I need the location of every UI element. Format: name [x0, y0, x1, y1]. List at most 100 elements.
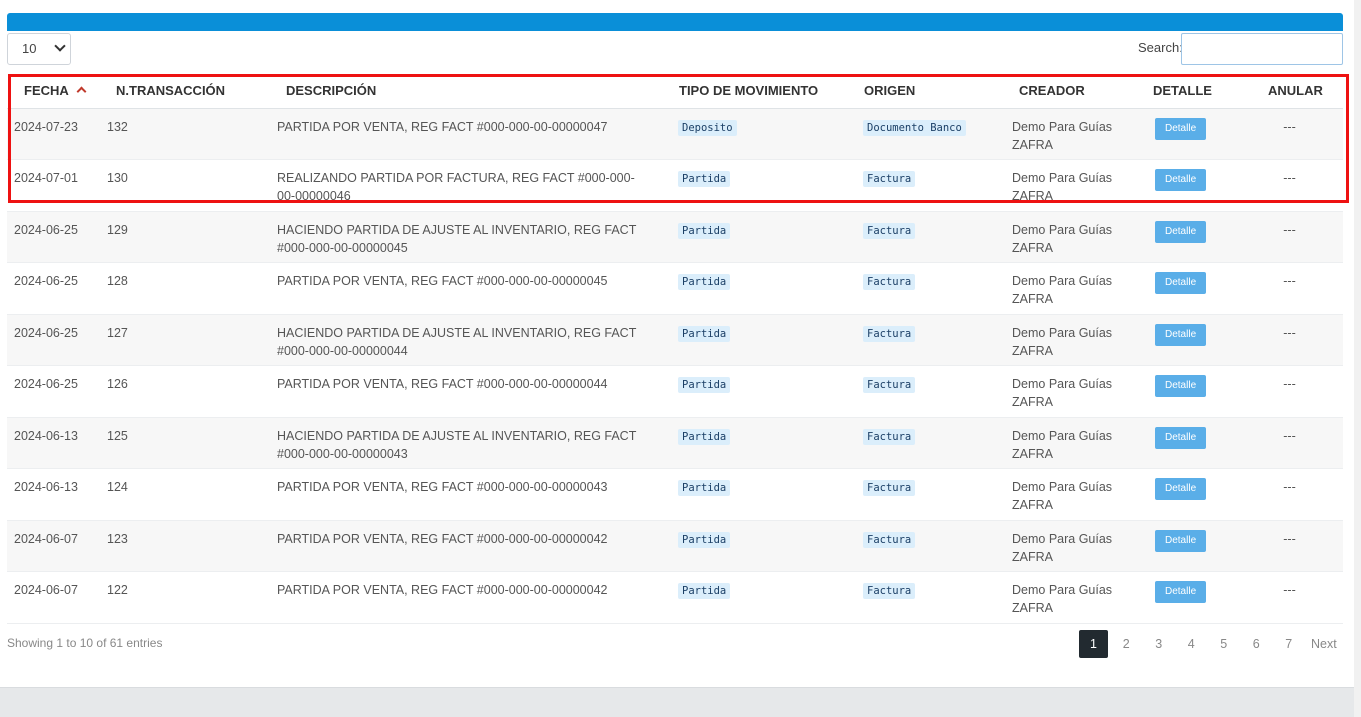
table-row: 2024-06-25 126 PARTIDA POR VENTA, REG FACT… [7, 365, 1343, 418]
column-header-fecha[interactable]: FECHA [7, 73, 99, 109]
cell-fecha: 2024-06-25 [7, 314, 99, 366]
column-header-origen[interactable]: ORIGEN [855, 73, 1010, 109]
page-button-1[interactable]: 1 [1079, 630, 1108, 658]
entries-per-page-select[interactable]: 10 [7, 33, 71, 65]
entries-per-page-value: 10 [22, 41, 37, 56]
detail-button[interactable]: Detalle [1155, 117, 1207, 140]
cell-creador: Demo Para Guías ZAFRA [1010, 571, 1135, 624]
cell-detalle: Detalle [1135, 108, 1245, 160]
cell-transaccion: 122 [99, 571, 270, 624]
cell-descripcion: PARTIDA POR VENTA, REG FACT #000-000-00-… [270, 365, 670, 418]
cell-fecha: 2024-06-25 [7, 262, 99, 315]
cell-creador: Demo Para Guías ZAFRA [1010, 520, 1135, 572]
page-button-7[interactable]: 7 [1273, 637, 1306, 651]
origin-badge: Factura [863, 325, 916, 342]
cell-origen: Factura [855, 520, 1010, 572]
cell-fecha: 2024-06-25 [7, 211, 99, 263]
transactions-table: FECHA N.TRANSACCIÓN DESCRIPCIÓN TIPO DE … [7, 73, 1343, 624]
cell-detalle: Detalle [1135, 365, 1245, 418]
movement-type-badge: Partida [678, 274, 731, 290]
column-header-label: ORIGEN [864, 82, 916, 98]
cell-descripcion: HACIENDO PARTIDA DE AJUSTE AL INVENTARIO… [270, 417, 670, 469]
detail-button[interactable]: Detalle [1155, 529, 1207, 552]
search-input[interactable] [1181, 33, 1343, 65]
cell-anular: --- [1245, 468, 1343, 521]
table-row: 2024-06-07 122 PARTIDA POR VENTA, REG FACT… [7, 571, 1343, 624]
cell-transaccion: 130 [99, 159, 270, 212]
detail-button[interactable]: Detalle [1155, 220, 1207, 243]
scrollbar-track[interactable] [1354, 0, 1361, 717]
cell-creador: Demo Para Guías ZAFRA [1010, 417, 1135, 469]
cell-origen: Factura [855, 262, 1010, 315]
column-header-anular[interactable]: ANULAR [1245, 73, 1343, 109]
movement-type-badge: Partida [678, 325, 731, 342]
movement-type-badge: Partida [678, 428, 731, 445]
page-button-3[interactable]: 3 [1143, 637, 1176, 651]
table-row: 2024-07-01 130 REALIZANDO PARTIDA POR FACT… [7, 159, 1343, 212]
movement-type-badge: Partida [678, 480, 731, 496]
cell-detalle: Detalle [1135, 520, 1245, 572]
detail-button[interactable]: Detalle [1155, 375, 1207, 397]
detail-button[interactable]: Detalle [1155, 581, 1207, 603]
cell-fecha: 2024-06-07 [7, 520, 99, 572]
cell-transaccion: 127 [99, 314, 270, 366]
cell-transaccion: 123 [99, 520, 270, 572]
cell-fecha: 2024-06-13 [7, 468, 99, 521]
cell-creador: Demo Para Guías ZAFRA [1010, 468, 1135, 521]
detail-button[interactable]: Detalle [1155, 323, 1207, 346]
cell-transaccion: 126 [99, 365, 270, 418]
cell-fecha: 2024-07-23 [7, 108, 99, 160]
detail-button[interactable]: Detalle [1155, 478, 1207, 500]
column-header-transaccion[interactable]: N.TRANSACCIÓN [99, 73, 270, 109]
column-header-tipo[interactable]: TIPO DE MOVIMIENTO [670, 73, 855, 109]
origin-badge: Factura [863, 583, 916, 599]
table-row: 2024-06-07 123 PARTIDA POR VENTA, REG FACT… [7, 520, 1343, 572]
cell-detalle: Detalle [1135, 159, 1245, 212]
movement-type-badge: Partida [678, 583, 731, 599]
cell-descripcion: REALIZANDO PARTIDA POR FACTURA, REG FACT… [270, 159, 670, 212]
cell-descripcion: HACIENDO PARTIDA DE AJUSTE AL INVENTARIO… [270, 211, 670, 263]
column-header-creador[interactable]: CREADOR [1010, 73, 1135, 109]
cell-anular: --- [1245, 159, 1343, 212]
cell-origen: Factura [855, 365, 1010, 418]
page-button-6[interactable]: 6 [1240, 637, 1273, 651]
cell-fecha: 2024-06-25 [7, 365, 99, 418]
table-body: 2024-07-23 132 PARTIDA POR VENTA, REG FACT… [7, 108, 1343, 624]
column-header-detalle[interactable]: DETALLE [1135, 73, 1245, 109]
cell-tipo: Partida [670, 417, 855, 469]
cell-anular: --- [1245, 262, 1343, 315]
cell-creador: Demo Para Guías ZAFRA [1010, 262, 1135, 315]
page-button-4[interactable]: 4 [1175, 637, 1208, 651]
column-header-label: CREADOR [1019, 82, 1085, 98]
cell-tipo: Partida [670, 159, 855, 212]
column-header-descripcion[interactable]: DESCRIPCIÓN [270, 73, 670, 109]
detail-button[interactable]: Detalle [1155, 272, 1207, 294]
cell-creador: Demo Para Guías ZAFRA [1010, 365, 1135, 418]
cell-detalle: Detalle [1135, 417, 1245, 469]
cell-detalle: Detalle [1135, 571, 1245, 624]
detail-button[interactable]: Detalle [1155, 169, 1207, 191]
cell-creador: Demo Para Guías ZAFRA [1010, 108, 1135, 160]
movement-type-badge: Deposito [678, 119, 737, 136]
origin-badge: Factura [863, 480, 916, 496]
cell-descripcion: PARTIDA POR VENTA, REG FACT #000-000-00-… [270, 108, 670, 160]
table-row: 2024-06-13 124 PARTIDA POR VENTA, REG FACT… [7, 468, 1343, 521]
page-button-5[interactable]: 5 [1208, 637, 1241, 651]
next-page-button[interactable]: Next [1311, 637, 1337, 651]
cell-creador: Demo Para Guías ZAFRA [1010, 314, 1135, 366]
sort-ascending-icon [76, 86, 87, 97]
column-header-label: N.TRANSACCIÓN [116, 82, 226, 98]
table-row: 2024-07-23 132 PARTIDA POR VENTA, REG FACT… [7, 108, 1343, 160]
page-button-2[interactable]: 2 [1110, 637, 1143, 651]
cell-fecha: 2024-07-01 [7, 159, 99, 212]
cell-tipo: Partida [670, 520, 855, 572]
cell-detalle: Detalle [1135, 468, 1245, 521]
pagination: 1 2 3 4 5 6 7 Next [1079, 630, 1337, 658]
cell-tipo: Partida [670, 571, 855, 624]
column-header-label: DESCRIPCIÓN [286, 82, 377, 98]
cell-descripcion: PARTIDA POR VENTA, REG FACT #000-000-00-… [270, 571, 670, 624]
detail-button[interactable]: Detalle [1155, 426, 1207, 449]
cell-anular: --- [1245, 314, 1343, 366]
cell-origen: Factura [855, 159, 1010, 212]
origin-badge: Factura [863, 274, 916, 290]
